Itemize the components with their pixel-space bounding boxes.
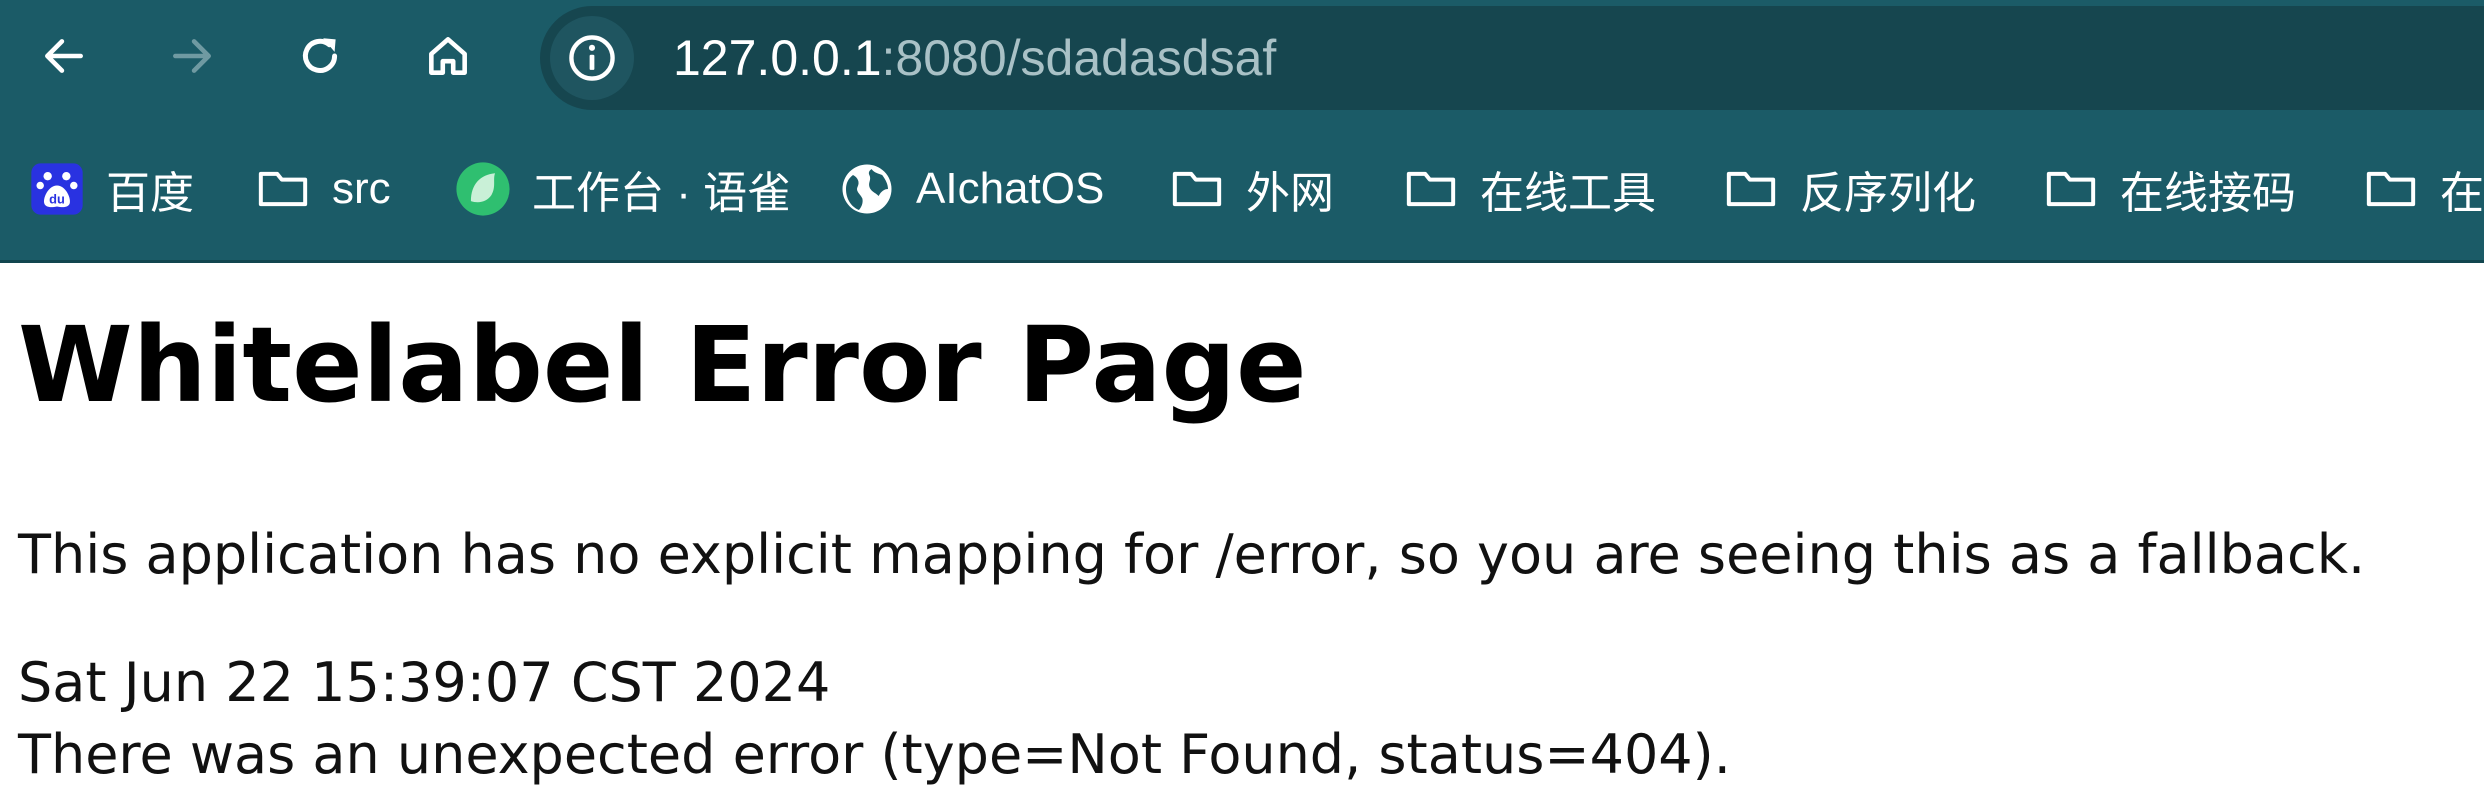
bookmark-folder-waiwang[interactable]: 外网 [1168, 146, 1334, 232]
bookmark-label: 百度 [106, 169, 194, 218]
baidu-icon: du [28, 160, 86, 218]
bookmark-label: src [332, 164, 391, 213]
home-button[interactable] [414, 22, 482, 90]
reload-icon [303, 38, 338, 73]
folder-icon [254, 160, 312, 218]
address-bar[interactable]: 127.0.0.1:8080/sdadasdsaf [540, 6, 2484, 110]
globe-icon [838, 160, 896, 218]
arrow-left-icon [45, 39, 83, 73]
folder-icon [1168, 160, 1226, 218]
bookmark-label: AIchatOS [916, 164, 1105, 213]
info-icon [569, 35, 615, 81]
bookmark-aichatos[interactable]: AIchatOS [838, 146, 1104, 232]
yuque-icon [454, 160, 512, 218]
bookmark-label: 在 [2440, 169, 2484, 218]
arrow-right-icon [173, 39, 211, 73]
error-description: This application has no explicit mapping… [18, 523, 2366, 586]
back-button[interactable] [30, 22, 98, 90]
home-icon [429, 37, 467, 75]
site-info-button[interactable] [550, 16, 634, 100]
folder-icon [2362, 160, 2420, 218]
bookmark-folder-src[interactable]: src [254, 146, 391, 232]
folder-icon [2042, 160, 2100, 218]
bookmark-label: 在线接码 [2120, 169, 2296, 218]
bookmarks-bar: du 百度 src 工作台 · 语雀 AIchatOS 外网 在线工具 反序列化… [0, 146, 2484, 232]
bookmark-label: 工作台 · 语雀 [532, 169, 792, 218]
bookmark-folder-truncated[interactable]: 在 [2362, 146, 2484, 232]
browser-toolbar: 127.0.0.1:8080/sdadasdsaf [0, 0, 2484, 112]
bookmark-yuque[interactable]: 工作台 · 语雀 [454, 146, 791, 232]
page-title: Whitelabel Error Page [18, 304, 1307, 426]
bookmark-label: 外网 [1246, 169, 1334, 218]
forward-button[interactable] [158, 22, 226, 90]
bookmark-label: 反序列化 [1800, 169, 1976, 218]
bookmark-folder-online-tools[interactable]: 在线工具 [1402, 146, 1656, 232]
page-content: Whitelabel Error Page This application h… [0, 263, 2484, 804]
url-path: :8080/sdadasdsaf [881, 30, 1277, 86]
svg-text:du: du [49, 191, 65, 206]
folder-icon [1402, 160, 1460, 218]
reload-button[interactable] [286, 22, 354, 90]
url-text[interactable]: 127.0.0.1:8080/sdadasdsaf [673, 28, 1276, 88]
bookmark-label: 在线工具 [1480, 169, 1656, 218]
bookmark-folder-sms[interactable]: 在线接码 [2042, 146, 2296, 232]
bookmark-folder-deserialize[interactable]: 反序列化 [1722, 146, 1976, 232]
error-message: There was an unexpected error (type=Not … [18, 723, 1731, 786]
url-host: 127.0.0.1 [673, 30, 882, 86]
folder-icon [1722, 160, 1780, 218]
error-timestamp: Sat Jun 22 15:39:07 CST 2024 [18, 651, 831, 714]
browser-chrome: 127.0.0.1:8080/sdadasdsaf du 百度 src 工作台 … [0, 0, 2484, 263]
bookmark-baidu[interactable]: du 百度 [28, 146, 194, 232]
